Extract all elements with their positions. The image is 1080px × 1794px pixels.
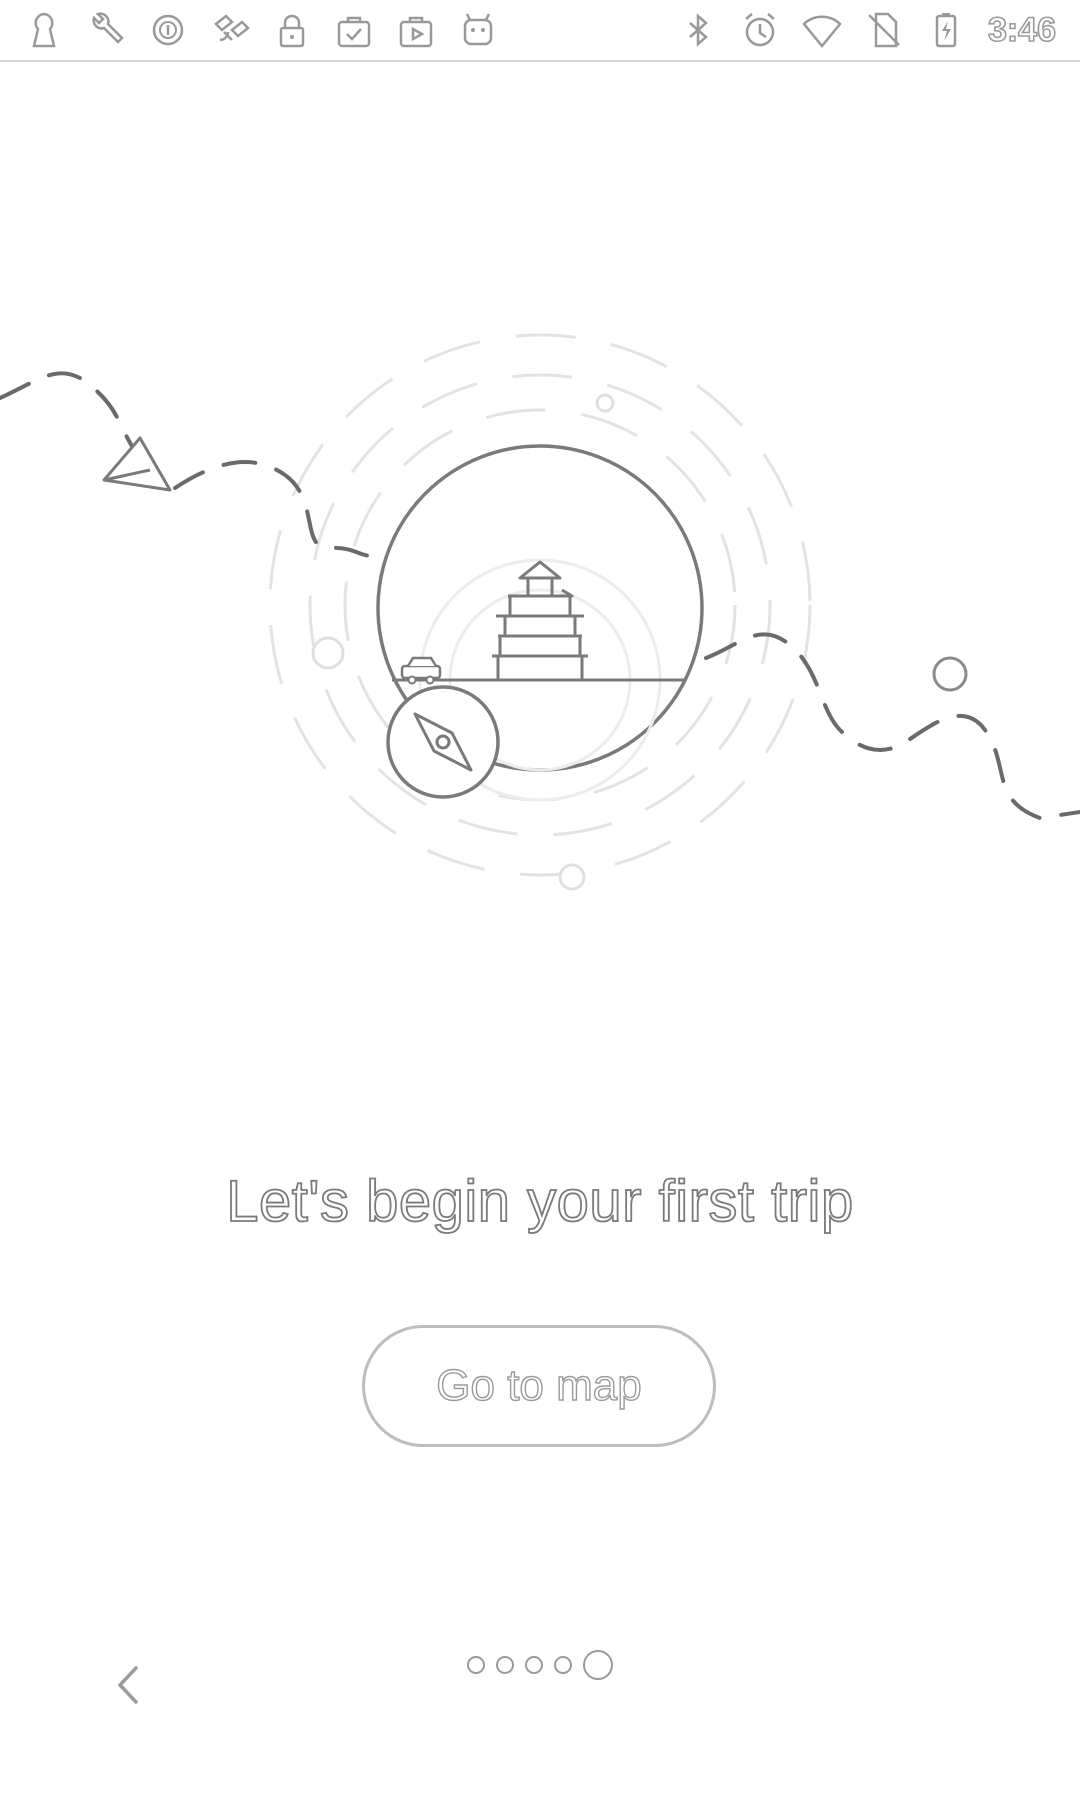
- trip-illustration: [0, 300, 1080, 920]
- clock: 3:46: [987, 10, 1057, 50]
- system-icons: 3:46: [678, 0, 1057, 60]
- orbit-dot-bottom: [558, 863, 586, 891]
- onboarding-headline: Let's begin your first trip: [225, 1168, 854, 1235]
- satellite-icon: [210, 10, 250, 50]
- orbit-dot-left: [311, 636, 345, 670]
- page-dot-5-active[interactable]: [583, 1650, 613, 1680]
- wrench-icon: [86, 10, 126, 50]
- page-indicator: [0, 1645, 1080, 1685]
- alarm-icon: [740, 10, 780, 50]
- page-dot-2[interactable]: [496, 1656, 514, 1674]
- page-dot-4[interactable]: [554, 1656, 572, 1674]
- bluetooth-icon: [678, 10, 718, 50]
- paper-plane-icon: [102, 436, 172, 492]
- checklist-bag-icon: [334, 10, 374, 50]
- battery-charging-icon: [926, 10, 966, 50]
- wifi-icon: [802, 10, 842, 50]
- page-dot-1[interactable]: [467, 1656, 485, 1674]
- route-left-end: [173, 460, 387, 558]
- trip-illustration-art: [0, 333, 1080, 891]
- compass-icon: [386, 685, 500, 799]
- keyhole-icon: [24, 10, 64, 50]
- orbit-dot-top: [595, 393, 615, 413]
- route-left-start: [0, 371, 142, 462]
- destination-dot: [932, 656, 968, 692]
- android-robot-icon: [458, 10, 498, 50]
- circle-i-icon: [148, 10, 188, 50]
- page-dot-3[interactable]: [525, 1656, 543, 1674]
- play-bag-icon: [396, 10, 436, 50]
- notification-icons: [24, 0, 498, 60]
- status-bar: 3:46: [0, 0, 1080, 62]
- no-sim-icon: [864, 10, 904, 50]
- go-to-map-button[interactable]: Go to map: [362, 1325, 716, 1447]
- lock-icon: [272, 10, 312, 50]
